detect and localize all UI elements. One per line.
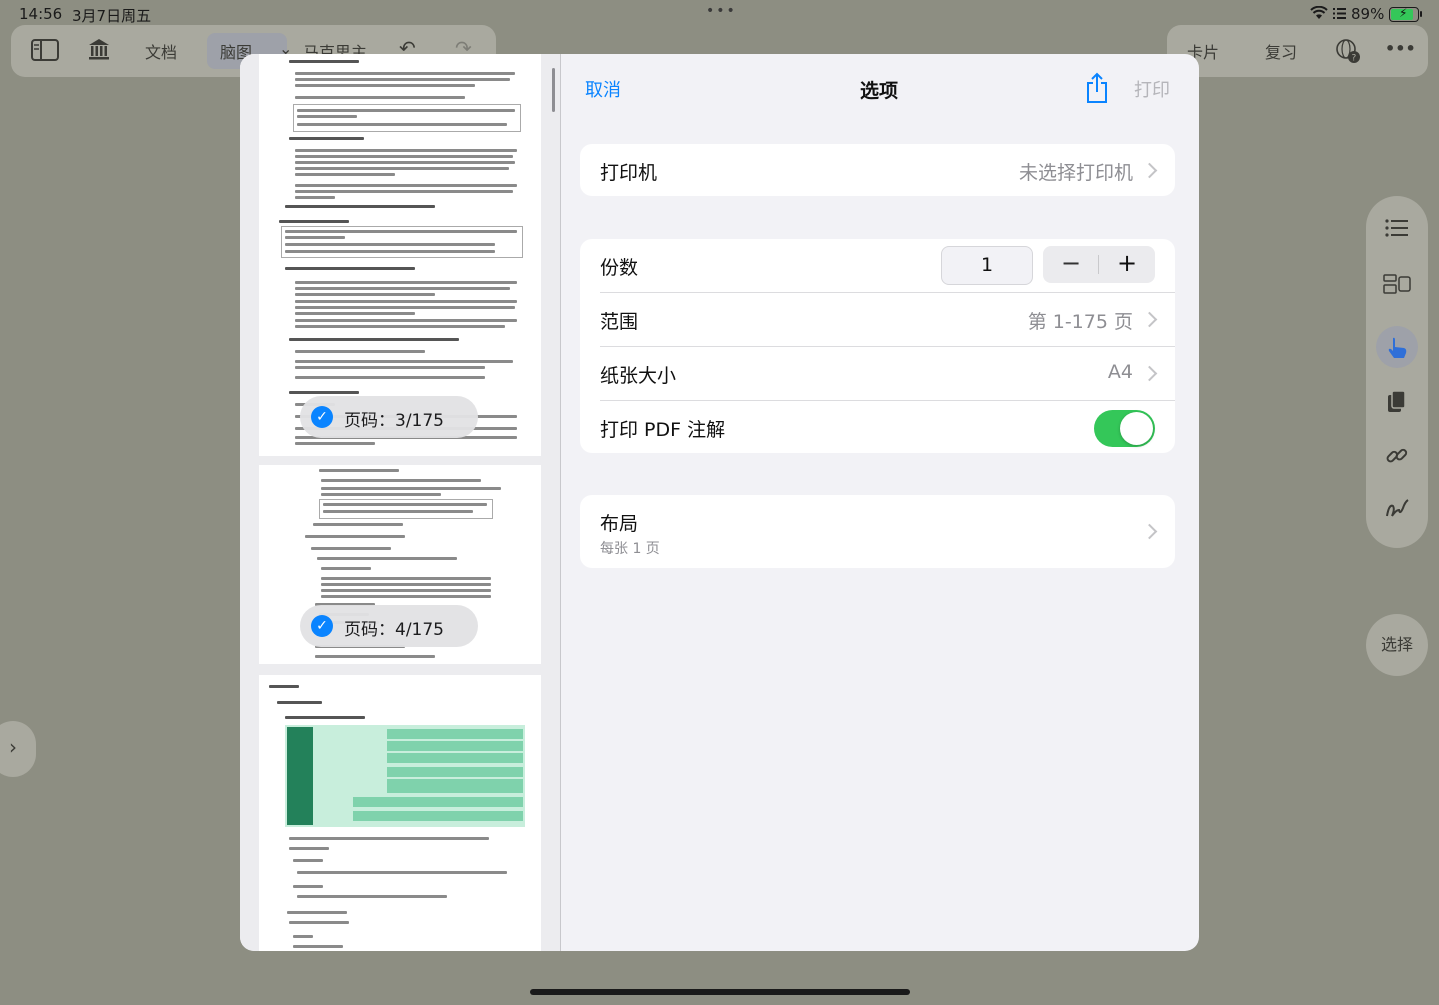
app-toolbar-right: 卡片 复习 ? ••• xyxy=(1167,25,1428,77)
list-icon[interactable] xyxy=(1366,218,1428,243)
copies-stepper: − + xyxy=(1043,246,1155,283)
cancel-button[interactable]: 取消 xyxy=(585,76,621,102)
print-settings-group: 份数 1 − + 范围 第 1-175 页 纸张大小 A4 打印 PDF 注解 xyxy=(580,239,1175,453)
more-button[interactable]: ••• xyxy=(1385,39,1416,58)
paper-size-row[interactable]: 纸张大小 A4 xyxy=(580,347,1175,400)
layout-icon[interactable] xyxy=(1366,274,1428,299)
printer-group: 打印机 未选择打印机 xyxy=(580,144,1175,196)
print-button[interactable]: 打印 xyxy=(1134,76,1170,102)
printer-label: 打印机 xyxy=(600,162,658,184)
page-number-badge[interactable]: ✓ 页码：3/175 xyxy=(300,396,478,438)
copy-pages-icon[interactable] xyxy=(1366,390,1428,419)
page-number-label: 页码：4/175 xyxy=(344,620,444,640)
dialog-title: 选项 xyxy=(860,80,899,102)
pdf-annotations-toggle[interactable] xyxy=(1094,410,1155,447)
web-help-icon[interactable]: ? xyxy=(1335,38,1361,68)
share-icon[interactable] xyxy=(1084,72,1110,104)
tab-document[interactable]: 文档 xyxy=(145,39,177,63)
decrement-button[interactable]: − xyxy=(1043,246,1099,283)
multitask-dots[interactable]: ••• xyxy=(706,3,737,19)
checkmark-icon: ✓ xyxy=(311,615,333,637)
signature-icon[interactable] xyxy=(1366,496,1428,527)
link-icon[interactable] xyxy=(1366,444,1428,473)
page-number-badge[interactable]: ✓ 页码：4/175 xyxy=(300,605,478,647)
range-value: 第 1-175 页 xyxy=(1027,311,1133,333)
chevron-right-icon xyxy=(1141,311,1158,328)
layout-label: 布局 xyxy=(600,513,639,535)
pdf-annotations-label: 打印 PDF 注解 xyxy=(600,419,726,441)
svg-text:?: ? xyxy=(1352,54,1357,64)
pdf-annotations-row: 打印 PDF 注解 xyxy=(580,401,1175,454)
side-tool-bar xyxy=(1366,196,1428,548)
list-status-icon xyxy=(1333,6,1346,24)
paper-size-label: 纸张大小 xyxy=(600,365,677,387)
battery-percent: 89% xyxy=(1351,5,1385,23)
chevron-right-icon xyxy=(1141,523,1158,540)
layout-row[interactable]: 布局 每张 1 页 xyxy=(580,495,1175,568)
print-options-dialog: ✓ 页码：3/175 ✓ 页码：4/175 取消 选项 打印 打印机 未选择打印… xyxy=(240,54,1199,951)
range-label: 范围 xyxy=(600,311,639,333)
chevron-right-icon: › xyxy=(9,735,17,759)
layout-group: 布局 每张 1 页 xyxy=(580,495,1175,568)
battery-icon: ⚡ xyxy=(1389,6,1419,22)
printer-value: 未选择打印机 xyxy=(1018,162,1133,184)
pane-divider xyxy=(560,54,561,951)
checkmark-icon: ✓ xyxy=(311,406,333,428)
home-indicator xyxy=(530,989,910,995)
preview-scrollbar[interactable] xyxy=(552,68,555,112)
paper-size-value: A4 xyxy=(1107,361,1133,383)
chevron-right-icon xyxy=(1141,162,1158,179)
sidebar-toggle-icon[interactable] xyxy=(31,39,59,65)
status-date: 3月7日周五 xyxy=(72,7,152,25)
status-time: 14:56 xyxy=(19,5,63,23)
hand-pointer-icon[interactable] xyxy=(1366,336,1428,365)
copies-label: 份数 xyxy=(600,257,639,279)
status-bar: 14:56 3月7日周五 ••• 89% ⚡ xyxy=(0,0,1439,28)
printer-row[interactable]: 打印机 未选择打印机 xyxy=(580,144,1175,196)
wifi-icon xyxy=(1310,5,1328,24)
expand-left-tab[interactable]: › xyxy=(0,721,36,777)
library-icon[interactable] xyxy=(87,37,111,65)
print-preview-pane[interactable]: ✓ 页码：3/175 ✓ 页码：4/175 xyxy=(240,54,560,951)
preview-page[interactable] xyxy=(259,675,541,951)
copies-row: 份数 1 − + xyxy=(580,239,1175,292)
copies-field[interactable]: 1 xyxy=(941,246,1033,285)
select-button[interactable]: 选择 xyxy=(1366,614,1428,676)
page-number-label: 页码：3/175 xyxy=(344,411,444,431)
range-row[interactable]: 范围 第 1-175 页 xyxy=(580,293,1175,346)
chevron-right-icon xyxy=(1141,365,1158,382)
battery-cap xyxy=(1420,11,1422,17)
review-button[interactable]: 复习 xyxy=(1265,39,1297,63)
layout-sublabel: 每张 1 页 xyxy=(600,541,660,557)
increment-button[interactable]: + xyxy=(1099,246,1155,283)
